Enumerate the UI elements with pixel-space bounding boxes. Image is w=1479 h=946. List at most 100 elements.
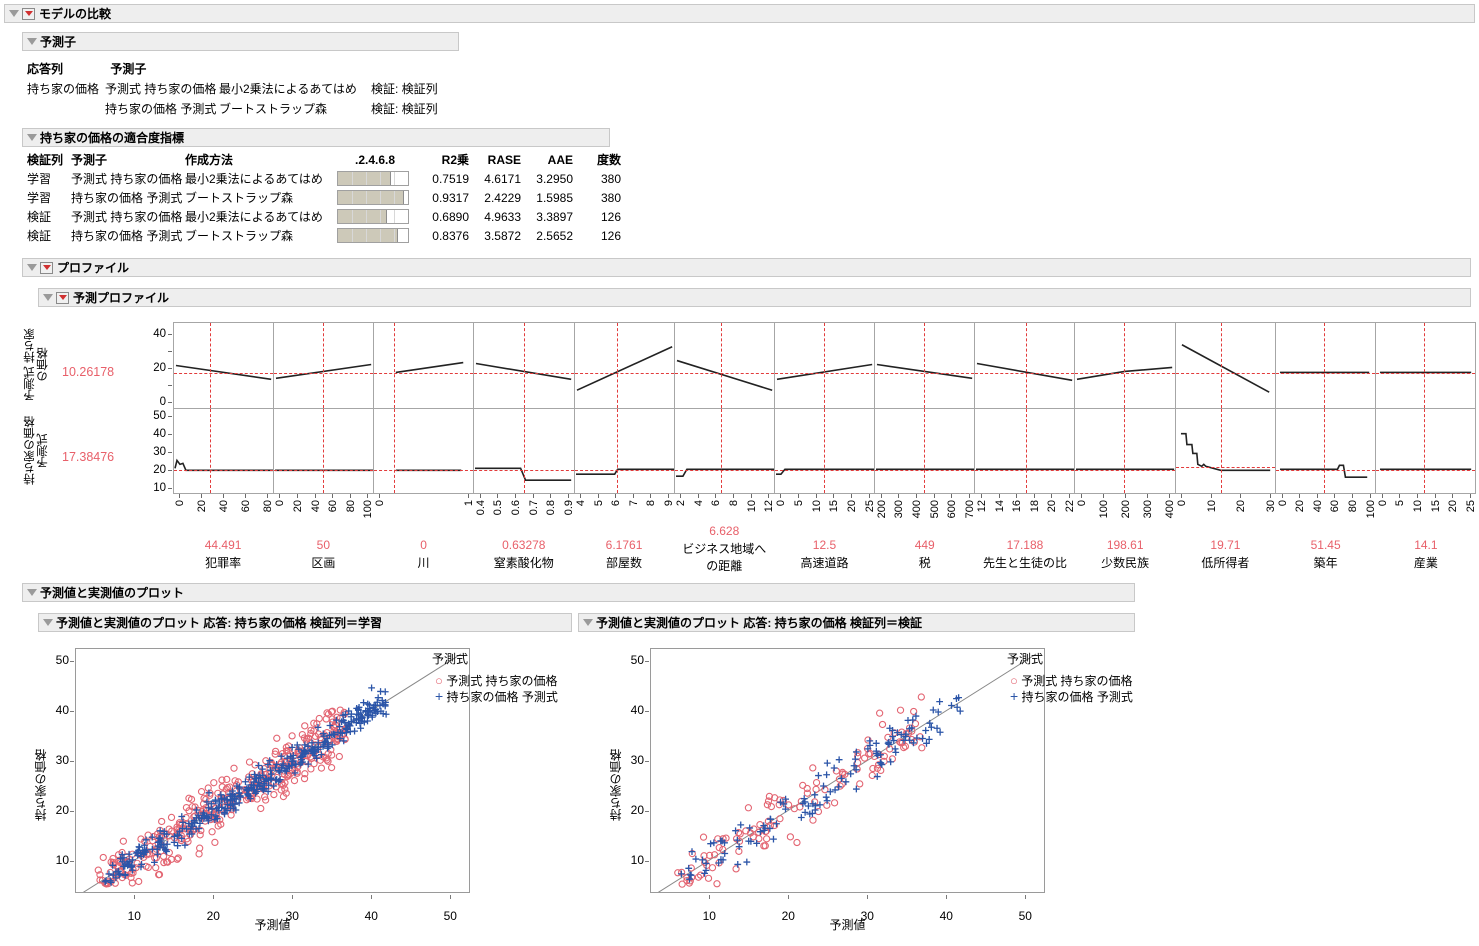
profiler-factor-6[interactable]: 6.628ビジネス地域へ の距離 [674, 538, 774, 574]
profiler-cell-top[interactable] [1276, 323, 1375, 409]
legend-item-valid-1[interactable]: + 持ち家の価格 予測式 [1010, 688, 1133, 705]
fit-statistics-header[interactable]: 持ち家の価格の適合度指標 [22, 128, 610, 147]
profiler-factor-value[interactable]: 50 [273, 538, 373, 552]
scatter-plot-train-frame[interactable] [75, 648, 470, 893]
profiler-factor-2[interactable]: 50区画 [273, 538, 373, 571]
profiler-cell-bottom[interactable] [1276, 409, 1375, 493]
th-valcol[interactable]: 検証列 [27, 150, 71, 169]
profiler-cell-top[interactable] [1176, 323, 1275, 409]
profiler-cell-bottom[interactable] [174, 409, 273, 493]
disclosure-triangle-icon[interactable] [27, 38, 37, 45]
table-row[interactable]: 検証 予測式 持ち家の価格 最小2乗法によるあてはめ 0.6890 4.9633… [27, 207, 621, 226]
disclosure-triangle-icon[interactable] [27, 589, 37, 596]
profiler-factor-value[interactable]: 0 [373, 538, 473, 552]
disclosure-triangle-icon[interactable] [27, 134, 37, 141]
profiler-cell-top[interactable] [1075, 323, 1174, 409]
profiler-column-crime[interactable] [174, 323, 274, 493]
profiler-column-distance[interactable] [675, 323, 775, 493]
profiler-column-lowincome[interactable] [1176, 323, 1276, 493]
table-row[interactable]: 学習 持ち家の価格 予測式 ブートストラップ森 0.9317 2.4229 1.… [27, 188, 621, 207]
profiler-cell-top[interactable] [975, 323, 1074, 409]
profiler-factor-value[interactable]: 6.628 [674, 524, 774, 538]
profiler-cell-bottom[interactable] [975, 409, 1074, 493]
profiler-cell-bottom[interactable] [474, 409, 573, 493]
actual-by-predicted-valid-header[interactable]: 予測値と実測値のプロット 応答: 持ち家の価格 検証列＝検証 [578, 613, 1135, 632]
profiler-column-nox[interactable] [474, 323, 574, 493]
profiler-column-river[interactable] [374, 323, 474, 493]
profiler-factor-value[interactable]: 17.188 [975, 538, 1075, 552]
profiler-cell-top[interactable] [775, 323, 874, 409]
red-triangle-menu-icon[interactable] [40, 262, 53, 274]
profiler-factor-value[interactable]: 0.63278 [474, 538, 574, 552]
profiler-row2-current-value[interactable]: 17.38476 [62, 450, 114, 464]
legend-item-train-0[interactable]: ○ 予測式 持ち家の価格 [435, 672, 558, 689]
profiler-column-zone[interactable] [274, 323, 374, 493]
profiler-cell-top[interactable] [675, 323, 774, 409]
profiler-factor-12[interactable]: 51.45築年 [1276, 538, 1376, 571]
prediction-profiler-header[interactable]: 予測プロファイル [38, 288, 1471, 307]
scatter-plot-train[interactable]: 持ち家の価格 予測値 10203040501020304050 予測式 ○ 予測… [0, 636, 575, 936]
table-row[interactable]: 検証 持ち家の価格 予測式 ブートストラップ森 0.8376 3.5872 2.… [27, 226, 621, 245]
actual-by-predicted-header[interactable]: 予測値と実測値のプロット [22, 583, 1135, 602]
th-method[interactable]: 作成方法 [185, 150, 333, 169]
profiler-row1-current-value[interactable]: 10.26178 [62, 365, 114, 379]
th-rase[interactable]: RASE [469, 150, 521, 169]
profiler-column-rooms[interactable] [575, 323, 675, 493]
profiler-column-industry[interactable] [1376, 323, 1475, 493]
profiler-plot-grid[interactable] [173, 322, 1476, 494]
profiler-cell-top[interactable] [374, 323, 473, 409]
profiler-factor-10[interactable]: 198.61少数民族 [1075, 538, 1175, 571]
disclosure-triangle-icon[interactable] [9, 10, 19, 17]
profiler-factor-value[interactable]: 6.1761 [574, 538, 674, 552]
profiler-cell-bottom[interactable] [1176, 409, 1275, 493]
profiler-factor-8[interactable]: 449税 [875, 538, 975, 571]
disclosure-triangle-icon[interactable] [43, 619, 53, 626]
profiler-cell-top[interactable] [875, 323, 974, 409]
th-predictor[interactable]: 予測子 [71, 150, 185, 169]
red-triangle-menu-icon[interactable] [56, 292, 69, 304]
th-r2[interactable]: R2乗 [417, 150, 469, 169]
profiler-factor-value[interactable]: 14.1 [1376, 538, 1476, 552]
disclosure-triangle-icon[interactable] [43, 294, 53, 301]
profiler-factor-1[interactable]: 44.491犯罪率 [173, 538, 273, 571]
th-count[interactable]: 度数 [573, 150, 621, 169]
profiler-cell-bottom[interactable] [374, 409, 473, 493]
profiler-cell-top[interactable] [1376, 323, 1475, 409]
profiler-column-buildyear[interactable] [1276, 323, 1376, 493]
profiler-factor-13[interactable]: 14.1産業 [1376, 538, 1476, 571]
profiler-factor-value[interactable]: 12.5 [774, 538, 874, 552]
profiler-column-tax[interactable] [875, 323, 975, 493]
disclosure-triangle-icon[interactable] [583, 619, 593, 626]
profiler-cell-bottom[interactable] [274, 409, 373, 493]
profiler-factor-value[interactable]: 449 [875, 538, 975, 552]
red-triangle-menu-icon[interactable] [22, 8, 35, 20]
profiler-factor-9[interactable]: 17.188先生と生徒の比 [975, 538, 1075, 571]
scatter-plot-valid[interactable]: 持ち家の価格 予測値 10203040501020304050 予測式 ○ 予測… [575, 636, 1135, 936]
table-row[interactable]: 学習 予測式 持ち家の価格 最小2乗法によるあてはめ 0.7519 4.6171… [27, 169, 621, 188]
legend-item-train-1[interactable]: + 持ち家の価格 予測式 [435, 688, 558, 705]
profiler-factor-3[interactable]: 0川 [373, 538, 473, 571]
profiler-factor-value[interactable]: 198.61 [1075, 538, 1175, 552]
profiler-cell-bottom[interactable] [575, 409, 674, 493]
profile-header[interactable]: プロファイル [22, 258, 1471, 277]
profiler-cell-top[interactable] [174, 323, 273, 409]
profiler-cell-bottom[interactable] [1376, 409, 1475, 493]
profiler-cell-top[interactable] [474, 323, 573, 409]
profiler-column-minority[interactable] [1075, 323, 1175, 493]
profiler-factor-value[interactable]: 51.45 [1276, 538, 1376, 552]
profiler-column-highway[interactable] [775, 323, 875, 493]
profiler-cell-bottom[interactable] [875, 409, 974, 493]
predictors-header[interactable]: 予測子 [22, 32, 459, 51]
profiler-factor-value[interactable]: 19.71 [1175, 538, 1275, 552]
profiler-cell-top[interactable] [575, 323, 674, 409]
profiler-factor-value[interactable]: 44.491 [173, 538, 273, 552]
scatter-plot-valid-frame[interactable] [650, 648, 1045, 893]
legend-item-valid-0[interactable]: ○ 予測式 持ち家の価格 [1010, 672, 1133, 689]
profiler-column-pupil-teacher[interactable] [975, 323, 1075, 493]
profiler-factor-7[interactable]: 12.5高速道路 [774, 538, 874, 571]
actual-by-predicted-train-header[interactable]: 予測値と実測値のプロット 応答: 持ち家の価格 検証列＝学習 [38, 613, 572, 632]
th-aae[interactable]: AAE [521, 150, 573, 169]
profiler-factor-11[interactable]: 19.71低所得者 [1175, 538, 1275, 571]
profiler-cell-bottom[interactable] [675, 409, 774, 493]
profiler-factor-5[interactable]: 6.1761部屋数 [574, 538, 674, 571]
